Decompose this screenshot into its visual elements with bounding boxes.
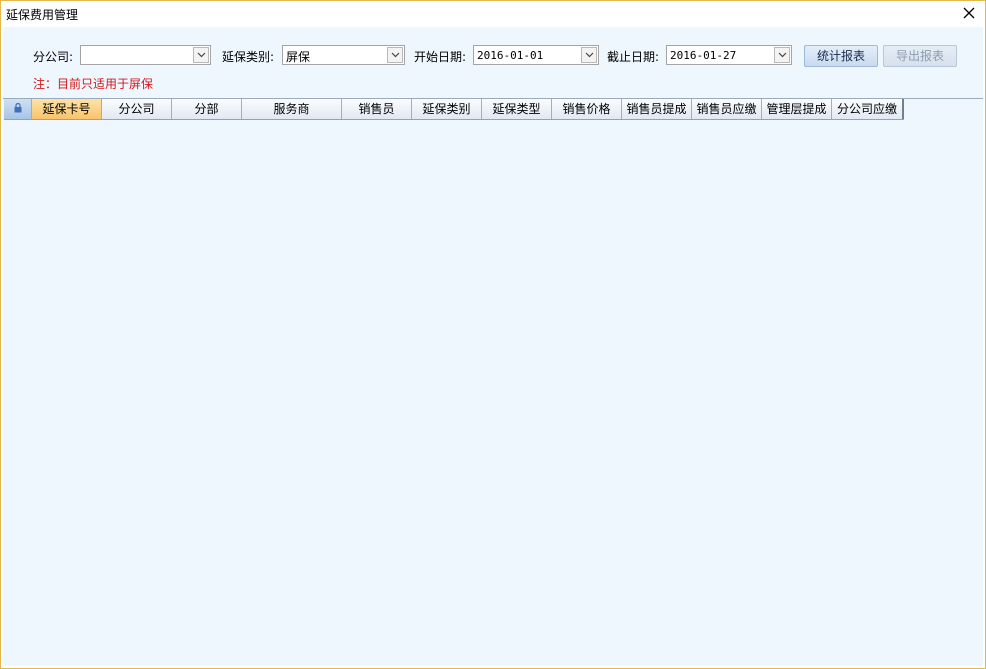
col-header-card-no[interactable]: 延保卡号 <box>32 99 102 119</box>
chevron-down-icon[interactable] <box>774 47 790 63</box>
col-header-sales-commission[interactable]: 销售员提成 <box>622 99 692 119</box>
main-window: 延保费用管理 分公司: 延保类别: 屏保 开始日期: 2016-01-01 截止… <box>0 0 986 669</box>
close-icon <box>963 4 975 23</box>
note-text: 注：目前只适用于屏保 <box>33 77 154 91</box>
end-date-picker[interactable]: 2016-01-27 <box>666 45 792 65</box>
export-report-button[interactable]: 导出报表 <box>883 45 957 67</box>
type-value: 屏保 <box>286 50 311 64</box>
start-date-value: 2016-01-01 <box>477 49 544 62</box>
close-button[interactable] <box>957 3 981 25</box>
col-header-branch-payable[interactable]: 分公司应缴 <box>832 99 904 119</box>
end-date-value: 2016-01-27 <box>670 49 737 62</box>
chevron-down-icon[interactable] <box>581 47 597 63</box>
col-header-branch[interactable]: 分公司 <box>102 99 172 119</box>
col-header-salesperson[interactable]: 销售员 <box>342 99 412 119</box>
window-title: 延保费用管理 <box>6 8 79 22</box>
stats-report-button[interactable]: 统计报表 <box>804 45 878 67</box>
start-date-label: 开始日期: <box>414 50 467 64</box>
grid-header: 延保卡号 分公司 分部 服务商 销售员 延保类别 延保类型 销售价格 销售员提成… <box>4 99 904 120</box>
type-select[interactable]: 屏保 <box>282 45 405 65</box>
col-header-price[interactable]: 销售价格 <box>552 99 622 119</box>
col-header-sales-payable[interactable]: 销售员应缴 <box>692 99 762 119</box>
chevron-down-icon[interactable] <box>193 47 209 63</box>
col-header-category[interactable]: 延保类别 <box>412 99 482 119</box>
title-bar: 延保费用管理 <box>1 1 985 27</box>
branch-label: 分公司: <box>33 50 74 64</box>
branch-select[interactable] <box>80 45 211 65</box>
type-label: 延保类别: <box>222 50 275 64</box>
chevron-down-icon[interactable] <box>387 47 403 63</box>
col-header-provider[interactable]: 服务商 <box>242 99 342 119</box>
col-header-division[interactable]: 分部 <box>172 99 242 119</box>
grid-corner[interactable] <box>4 99 32 119</box>
col-header-mgmt-commission[interactable]: 管理层提成 <box>762 99 832 119</box>
client-area: 分公司: 延保类别: 屏保 开始日期: 2016-01-01 截止日期: 201… <box>3 27 983 666</box>
col-header-type[interactable]: 延保类型 <box>482 99 552 119</box>
lock-icon <box>14 99 22 119</box>
start-date-picker[interactable]: 2016-01-01 <box>473 45 599 65</box>
end-date-label: 截止日期: <box>607 50 660 64</box>
